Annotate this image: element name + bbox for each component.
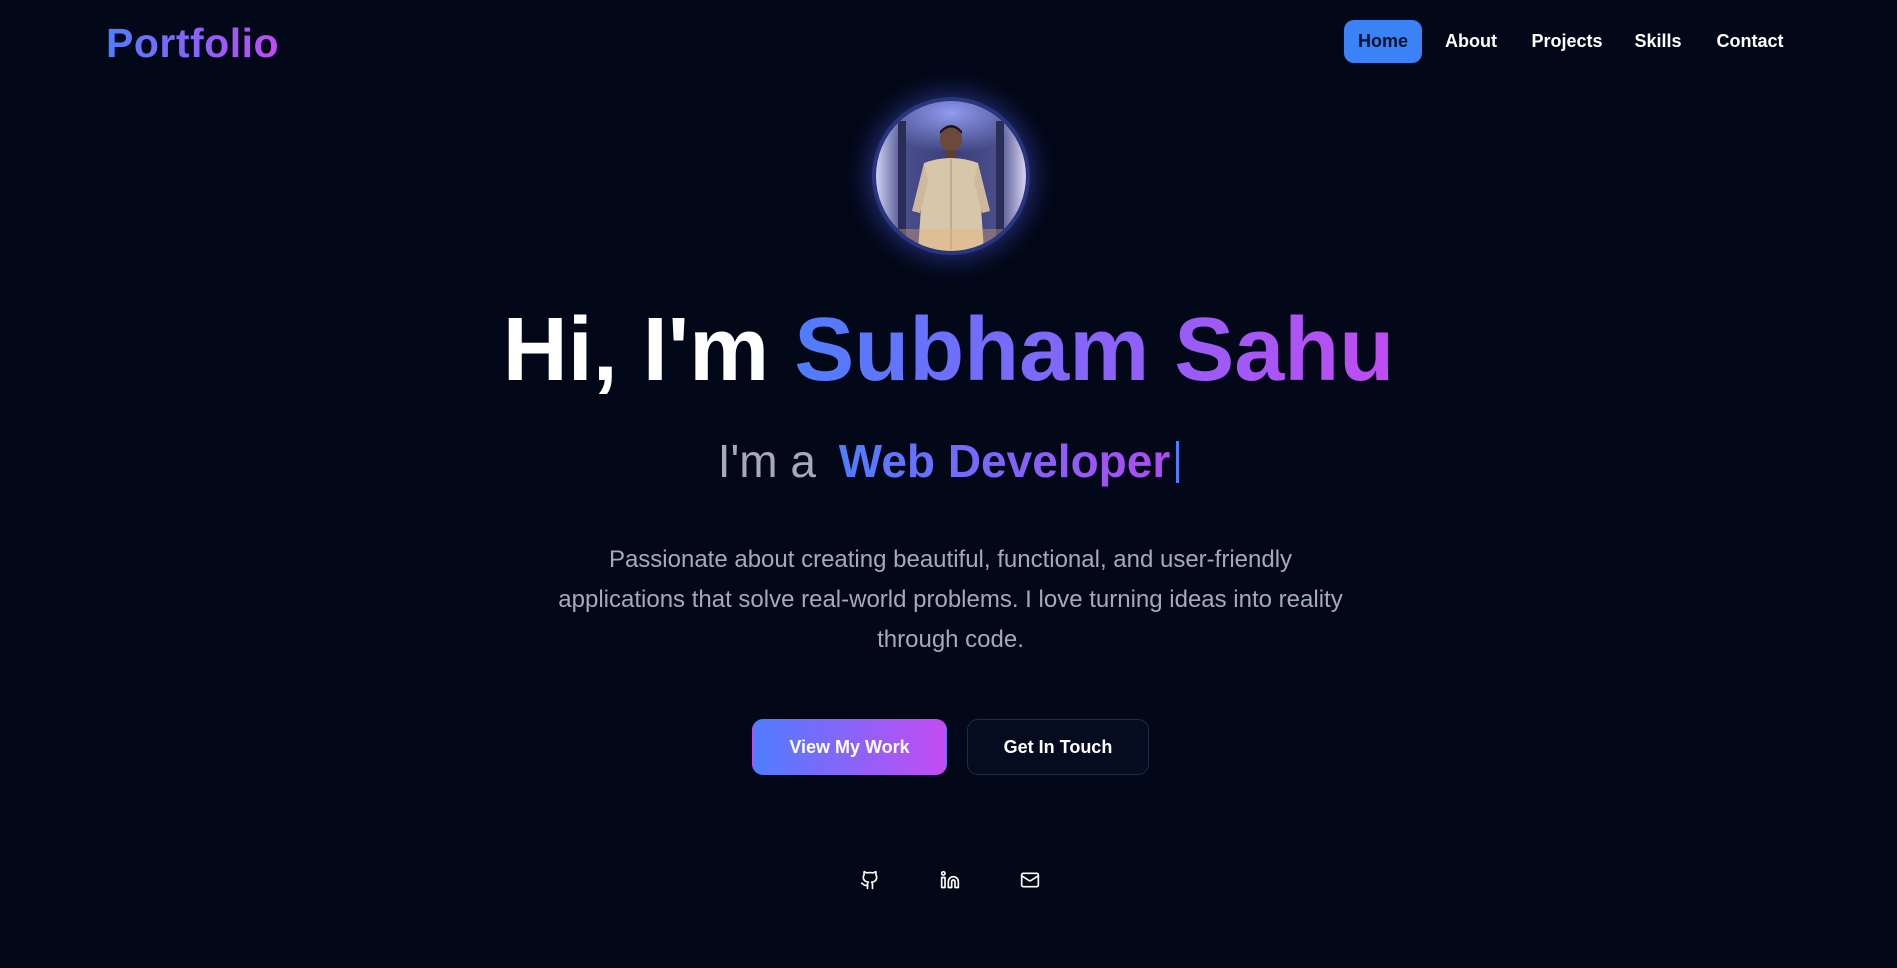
view-my-work-button[interactable]: View My Work: [752, 719, 947, 775]
nav-link-skills[interactable]: Skills: [1630, 20, 1686, 63]
linkedin-icon: [940, 870, 960, 889]
description-line: Passionate about creating beautiful, fun…: [608, 546, 1293, 573]
github-icon: [860, 870, 878, 890]
hero-title: Hi, I'm Subham Sahu: [0, 298, 1897, 402]
github-link[interactable]: [852, 862, 888, 898]
typing-caret: [1176, 441, 1180, 483]
avatar: [872, 97, 1030, 255]
description-line: through code.: [877, 626, 1024, 653]
page: Portfolio Home About Projects Skills Con…: [0, 0, 1897, 968]
navbar: Portfolio Home About Projects Skills Con…: [0, 0, 1897, 84]
description-line: applications that solve real-world probl…: [558, 586, 1343, 613]
nav-link-about[interactable]: About: [1436, 20, 1506, 63]
linkedin-link[interactable]: [932, 862, 968, 898]
get-in-touch-button[interactable]: Get In Touch: [967, 719, 1149, 775]
nav-link-contact[interactable]: Contact: [1709, 20, 1791, 63]
hero-name: Subham Sahu: [794, 300, 1395, 400]
role-text: Web Developer: [838, 435, 1171, 487]
hero-greeting: Hi, I'm: [502, 300, 770, 400]
nav-link-projects[interactable]: Projects: [1525, 20, 1609, 63]
hero-subtitle: I'm a Web Developer: [0, 433, 1897, 489]
hero-description: Passionate about creating beautiful, fun…: [528, 540, 1373, 660]
nav-link-home[interactable]: Home: [1344, 20, 1422, 63]
avatar-image: [876, 101, 1026, 251]
email-link[interactable]: [1012, 862, 1048, 898]
role-prefix: I'm a: [717, 435, 816, 487]
nav-links: Home About Projects Skills Contact: [0, 20, 1897, 63]
mail-icon: [1020, 872, 1040, 888]
